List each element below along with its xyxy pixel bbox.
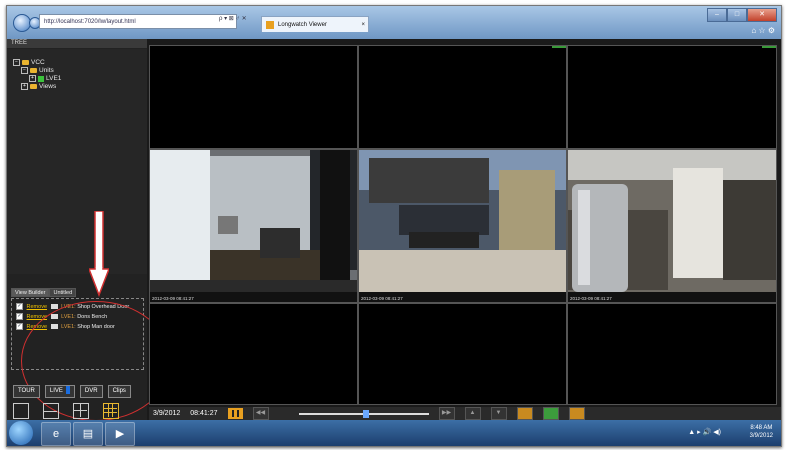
tree-header: TREE (7, 39, 147, 48)
media-player-taskbar-icon[interactable]: ▶ (105, 422, 135, 446)
tab-longwatch-viewer[interactable]: Longwatch Viewer × (261, 16, 369, 32)
system-tray-icons[interactable]: ▲ ▸ 🔊 ◀) (688, 428, 721, 436)
single-layout-icon[interactable] (13, 403, 29, 419)
unit-icon (38, 75, 44, 82)
record-icon[interactable] (542, 407, 559, 420)
video-cell-shop-man-door[interactable]: 2012-03-09 08:41:27 (567, 149, 777, 303)
rewind-icon[interactable]: ◀◀ (252, 407, 269, 420)
camera-feed-image (568, 150, 776, 302)
cell-indicator (762, 46, 776, 48)
video-cell[interactable] (358, 45, 567, 149)
left-panel: TREE − VCC − Units + LVE1 + Views View B… (7, 39, 171, 421)
cut-icon[interactable] (568, 407, 585, 420)
browser-toolbar-icons[interactable]: ⌂ ☆ ⚙ (751, 26, 775, 35)
annotation-arrow (89, 211, 109, 297)
video-cell[interactable] (149, 303, 358, 405)
playback-controls: 3/9/2012 08:41:27 ◀◀ ▶▶ ▲ ▼ (149, 407, 781, 420)
tree-node-label: Views (39, 83, 57, 91)
folder-icon (30, 68, 37, 73)
tab-title: Longwatch Viewer (278, 22, 327, 28)
taskbar: e ▤ ▶ ▲ ▸ 🔊 ◀) 8:48 AM 3/9/2012 (7, 420, 781, 446)
tab-view-builder[interactable]: View Builder (11, 288, 50, 297)
camera-feed-image (359, 150, 566, 302)
clock-date: 3/9/2012 (749, 433, 773, 439)
video-cell-dons-bench[interactable]: 2012-03-09 08:41:27 (358, 149, 567, 303)
dvr-button[interactable]: DVR (79, 385, 103, 398)
live-indicator-icon (65, 386, 70, 395)
playback-time: 08:41:27 (190, 410, 218, 417)
tree-node-units[interactable]: − Units (21, 67, 54, 75)
pause-button[interactable] (227, 408, 243, 419)
tab-untitled[interactable]: Untitled (49, 288, 77, 297)
quad-layout-icon[interactable] (73, 403, 89, 419)
step-down-icon[interactable]: ▼ (490, 407, 507, 420)
collapse-icon[interactable]: − (13, 59, 20, 66)
longwatch-viewer-app: TREE − VCC − Units + LVE1 + Views View B… (7, 39, 781, 421)
mode-buttons: TOUR LIVE DVR Clips (13, 385, 131, 398)
tab-close-icon[interactable]: × (361, 17, 365, 33)
remove-link[interactable]: Remove (27, 304, 47, 310)
tab-favicon-icon (266, 21, 274, 29)
minimize-button[interactable]: – (707, 8, 727, 22)
tree-node-label: LVE1 (46, 75, 62, 83)
tree-node-lve1[interactable]: + LVE1 (29, 75, 61, 83)
start-button[interactable] (9, 421, 33, 445)
explorer-taskbar-icon[interactable]: ▤ (73, 422, 103, 446)
tree-node-label: VCC (31, 59, 45, 67)
ie-taskbar-icon[interactable]: e (41, 422, 71, 446)
checkbox[interactable]: ✓ (16, 303, 23, 311)
cell-indicator (552, 46, 566, 48)
video-cell[interactable] (567, 303, 777, 405)
step-up-icon[interactable]: ▲ (464, 407, 481, 420)
folder-icon (22, 60, 29, 65)
collapse-icon[interactable]: − (21, 67, 28, 74)
tree-node-vcc[interactable]: − VCC (13, 59, 45, 67)
screen: http://localhost:7020/lw/layout.html ρ ▾… (6, 5, 782, 447)
view-builder-tabs: View Builder Untitled (11, 288, 77, 297)
camera-feed-image (150, 150, 357, 302)
playback-date: 3/9/2012 (153, 410, 181, 417)
tree-node-views[interactable]: + Views (21, 83, 56, 91)
video-grid: 2012-03-09 08:41:27 2012-03-09 08:41:27 (149, 45, 777, 405)
taskbar-clock[interactable]: 8:48 AM 3/9/2012 (750, 424, 773, 440)
tree-panel: − VCC − Units + LVE1 + Views (7, 49, 147, 274)
video-cell-shop-overhead-door[interactable]: 2012-03-09 08:41:27 (149, 149, 358, 303)
layout-buttons (13, 403, 119, 419)
grid-9-layout-icon[interactable] (103, 403, 119, 419)
timestamp-label: 2012-03-09 08:41:27 (152, 296, 194, 301)
fast-forward-icon[interactable]: ▶▶ (438, 407, 455, 420)
live-button[interactable]: LIVE (44, 385, 75, 398)
video-cell[interactable] (358, 303, 567, 405)
dual-layout-icon[interactable] (43, 403, 59, 419)
address-controls[interactable]: ρ ▾ ⊠ ♂ ✕ (219, 15, 247, 22)
timestamp-label: 2012-03-09 08:41:27 (361, 296, 403, 301)
folder-icon (30, 84, 37, 89)
video-cell[interactable] (149, 45, 358, 149)
expand-icon[interactable]: + (21, 83, 28, 90)
tree-node-label: Units (39, 67, 54, 75)
expand-icon[interactable]: + (29, 75, 36, 82)
checkbox[interactable]: ✓ (16, 313, 23, 321)
export-icon[interactable] (516, 407, 533, 420)
timestamp-label: 2012-03-09 08:41:27 (570, 296, 612, 301)
checkbox[interactable]: ✓ (16, 323, 23, 331)
address-bar[interactable]: http://localhost:7020/lw/layout.html (39, 14, 237, 29)
window-controls: – □ ✕ (707, 8, 777, 22)
browser-chrome: http://localhost:7020/lw/layout.html ρ ▾… (7, 6, 781, 39)
tour-button[interactable]: TOUR (13, 385, 40, 398)
clips-button[interactable]: Clips (107, 385, 131, 398)
maximize-button[interactable]: □ (727, 8, 747, 22)
timeline-slider[interactable] (298, 409, 429, 418)
close-button[interactable]: ✕ (747, 8, 777, 22)
camera-icon (50, 304, 58, 310)
live-label: LIVE (49, 388, 63, 394)
clock-time: 8:48 AM (750, 425, 773, 431)
slider-handle[interactable] (362, 409, 369, 418)
video-cell[interactable] (567, 45, 777, 149)
